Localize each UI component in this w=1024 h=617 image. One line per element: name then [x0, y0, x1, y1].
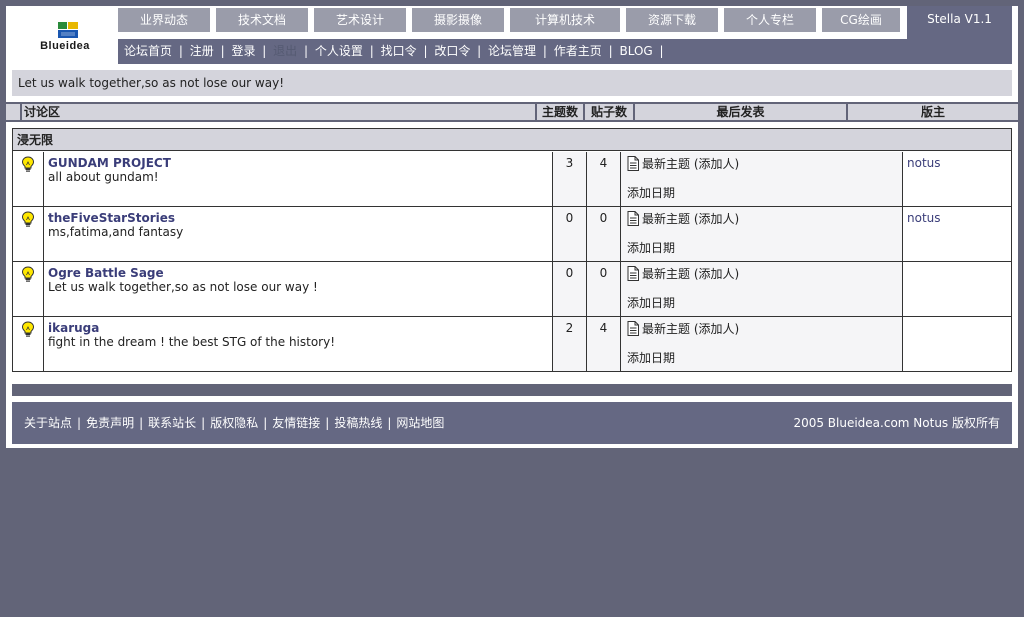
forum-row: theFiveStarStories ms,fatima,and fantasy… [13, 207, 1011, 262]
nav-tab-downloads[interactable]: 资源下载 [626, 8, 718, 32]
sub-nav-find-password[interactable]: 找口令 [381, 44, 417, 58]
forum-description: all about gundam! [48, 170, 159, 184]
latest-topic-date: 添加日期 [627, 241, 676, 255]
nav-tab-columns[interactable]: 个人专栏 [724, 8, 816, 32]
blueidea-logo-icon [58, 22, 78, 38]
forum-description: ms,fatima,and fantasy [48, 225, 184, 239]
version-tab: Stella V1.1 [907, 6, 1012, 39]
header-moderator: 版主 [846, 104, 1018, 120]
document-icon [627, 156, 639, 171]
header-forum: 讨论区 [20, 104, 537, 120]
logo[interactable]: Blueidea [12, 10, 118, 64]
sub-nav-author-home[interactable]: 作者主页 [554, 44, 602, 58]
lightbulb-icon [21, 211, 35, 227]
footer-divider [12, 384, 1012, 396]
document-icon [627, 321, 639, 336]
topic-count: 3 [553, 152, 587, 206]
sub-nav-settings[interactable]: 个人设置 [315, 44, 363, 58]
copyright-text: 2005 Blueidea.com Notus 版权所有 [793, 416, 1000, 430]
forum-title-link[interactable]: Ogre Battle Sage [48, 266, 552, 280]
lightbulb-icon [21, 321, 35, 337]
forum-row: GUNDAM PROJECT all about gundam! 3 4 最新主… [13, 152, 1011, 207]
latest-topic-date: 添加日期 [627, 186, 676, 200]
latest-topic-date: 添加日期 [627, 296, 676, 310]
latest-topic-link[interactable]: 最新主题 (添加人) [642, 267, 739, 281]
header-last-post: 最后发表 [633, 104, 846, 120]
sub-nav-register[interactable]: 注册 [190, 44, 214, 58]
nav-tab-industry-news[interactable]: 业界动态 [118, 8, 210, 32]
lightbulb-icon [21, 156, 35, 172]
nav-tab-photography[interactable]: 摄影摄像 [412, 8, 504, 32]
header-posts: 贴子数 [583, 104, 633, 120]
footer-link-contact[interactable]: 联系站长 [148, 416, 196, 430]
latest-topic-link[interactable]: 最新主题 (添加人) [642, 322, 739, 336]
notice-text: Let us walk together,so as not lose our … [18, 76, 284, 90]
header-topics: 主题数 [535, 104, 583, 120]
moderator-link[interactable]: notus [907, 156, 941, 170]
topic-count: 0 [553, 262, 587, 316]
footer-links: 关于站点 | 免责声明 | 联系站长 | 版权隐私 | 友情链接 | 投稿热线 | 网站地图 [24, 416, 445, 430]
lightbulb-icon [21, 266, 35, 282]
footer-link-friends[interactable]: 友情链接 [272, 416, 320, 430]
notice-bar: Let us walk together,so as not lose our … [12, 70, 1012, 96]
logo-text: Blueidea [40, 40, 90, 52]
latest-topic-link[interactable]: 最新主题 (添加人) [642, 157, 739, 171]
forum-row: ikaruga fight in the dream ! the best ST… [13, 317, 1011, 372]
footer-link-disclaimer[interactable]: 免责声明 [86, 416, 134, 430]
topic-count: 2 [553, 317, 587, 371]
footer-link-submit[interactable]: 投稿热线 [334, 416, 382, 430]
moderator-link[interactable]: notus [907, 211, 941, 225]
sub-nav-home[interactable]: 论坛首页 [124, 44, 172, 58]
document-icon [627, 266, 639, 281]
forum-table: 浸无限 GUNDAM PROJECT all about gundam! 3 4… [12, 128, 1012, 372]
footer-link-about[interactable]: 关于站点 [24, 416, 72, 430]
sub-nav-forum-admin[interactable]: 论坛管理 [488, 44, 536, 58]
post-count: 0 [587, 207, 621, 261]
sub-nav-blog[interactable]: BLOG [619, 44, 652, 58]
footer: 关于站点 | 免责声明 | 联系站长 | 版权隐私 | 友情链接 | 投稿热线 | 网站地图 2005 … [12, 402, 1012, 444]
forum-title-link[interactable]: GUNDAM PROJECT [48, 156, 552, 170]
footer-link-sitemap[interactable]: 网站地图 [396, 416, 444, 430]
post-count: 4 [587, 152, 621, 206]
post-count: 0 [587, 262, 621, 316]
forum-description: Let us walk together,so as not lose our … [48, 280, 318, 294]
sub-nav: 论坛首页 | 注册 | 登录 | 退出 | 个人设置 | 找口令 | 改口令 |… [118, 39, 1012, 64]
forum-title-link[interactable]: theFiveStarStories [48, 211, 552, 225]
sub-nav-login[interactable]: 登录 [231, 44, 255, 58]
page: Blueidea 业界动态 技术文档 艺术设计 摄影摄像 计算机技术 资源下载 … [6, 6, 1018, 448]
nav-tab-tech-docs[interactable]: 技术文档 [216, 8, 308, 32]
forum-table-header: 讨论区 主题数 贴子数 最后发表 版主 [6, 102, 1018, 122]
post-count: 4 [587, 317, 621, 371]
latest-topic-link[interactable]: 最新主题 (添加人) [642, 212, 739, 226]
nav-tab-cg-painting[interactable]: CG绘画 [822, 8, 900, 32]
category-row: 浸无限 [13, 129, 1011, 151]
nav-tab-computer-tech[interactable]: 计算机技术 [510, 8, 620, 32]
sub-nav-change-password[interactable]: 改口令 [434, 44, 470, 58]
forum-row: Ogre Battle Sage Let us walk together,so… [13, 262, 1011, 317]
topic-count: 0 [553, 207, 587, 261]
forum-description: fight in the dream ! the best STG of the… [48, 335, 336, 349]
sub-nav-logout[interactable]: 退出 [273, 44, 297, 58]
nav-tab-art-design[interactable]: 艺术设计 [314, 8, 406, 32]
latest-topic-date: 添加日期 [627, 351, 676, 365]
forum-title-link[interactable]: ikaruga [48, 321, 552, 335]
document-icon [627, 211, 639, 226]
footer-link-privacy[interactable]: 版权隐私 [210, 416, 258, 430]
